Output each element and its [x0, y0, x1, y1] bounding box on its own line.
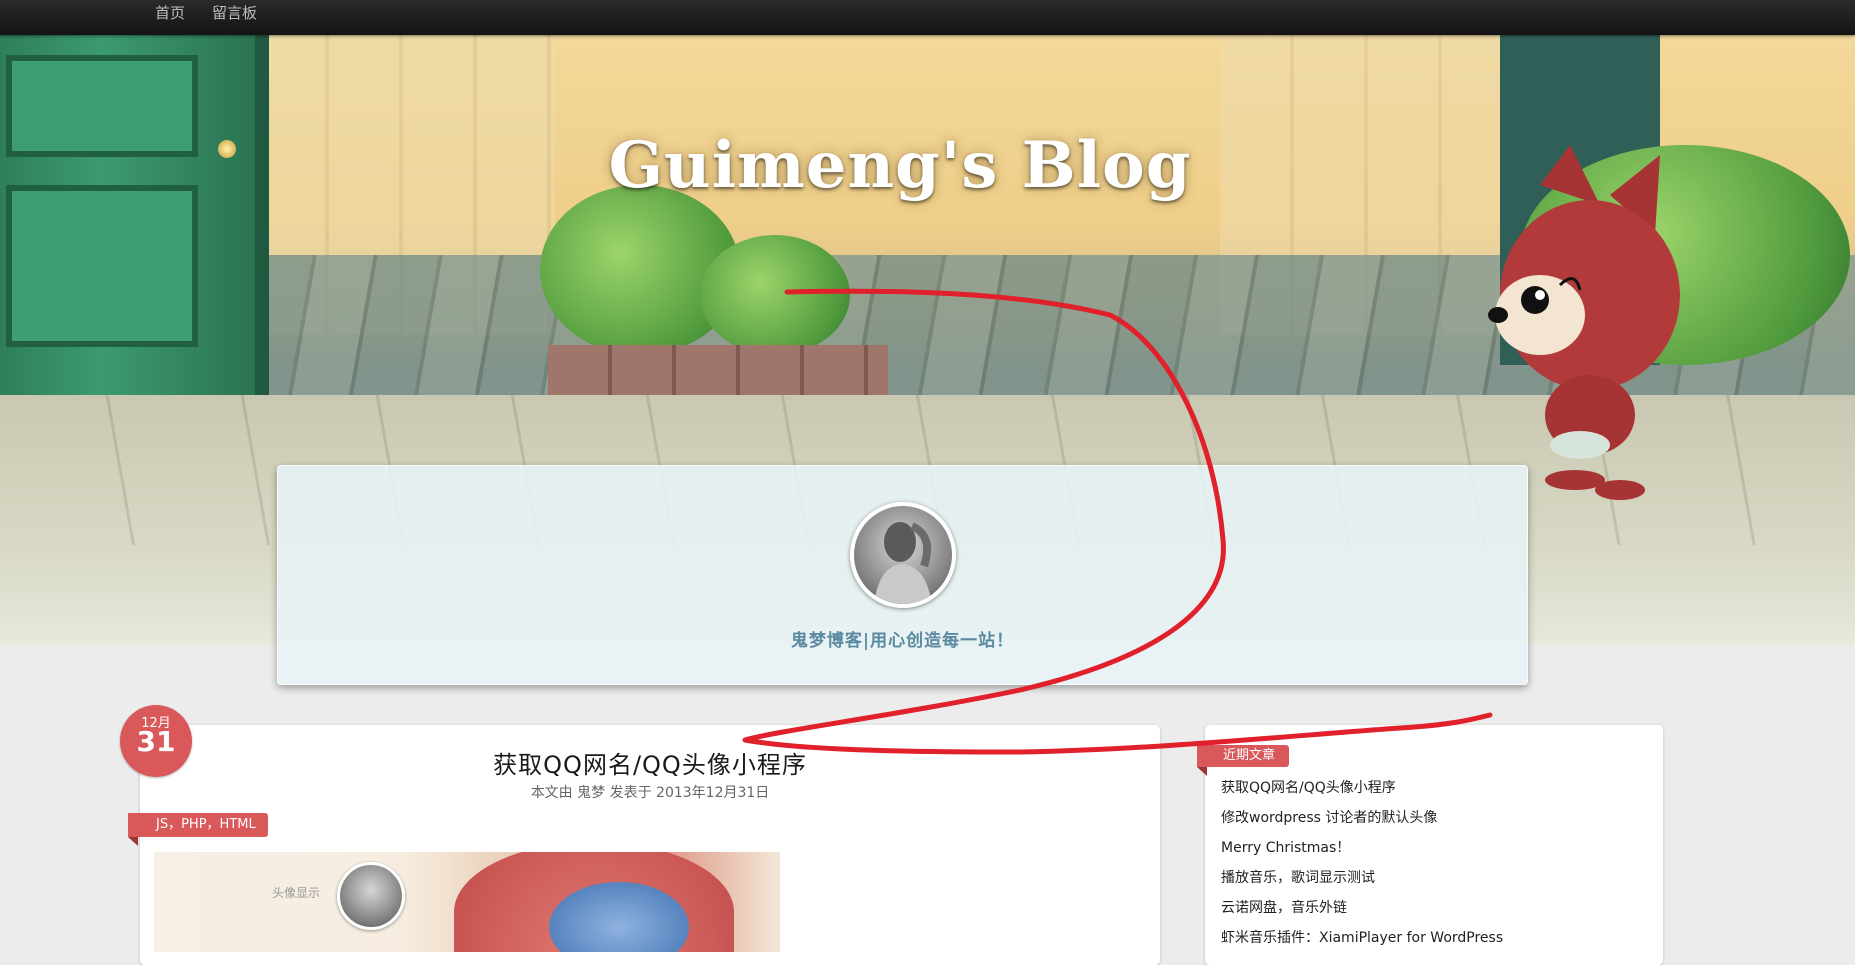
door-panel-bottom — [6, 185, 198, 347]
avatar-portrait-icon — [874, 522, 932, 604]
top-nav-bar: 首页 留言板 — [0, 0, 1855, 35]
thumbnail-label: 头像显示 — [272, 886, 321, 900]
recent-post-link[interactable]: Merry Christmas！ — [1221, 837, 1503, 867]
profile-banner: 鬼梦博客|用心创造每一站！ — [277, 465, 1528, 685]
avatar — [850, 502, 956, 608]
post-thumbnail[interactable]: 头像显示 — [154, 852, 780, 952]
recent-posts-list: 获取QQ网名/QQ头像小程序 修改wordpress 讨论者的默认头像 Merr… — [1221, 777, 1503, 957]
nav-guestbook-link[interactable]: 留言板 — [212, 2, 257, 23]
post-meta: 本文由 鬼梦 发表于 2013年12月31日 — [530, 785, 770, 801]
green-door — [0, 35, 269, 395]
site-title[interactable]: Guimeng's Blog — [0, 128, 1800, 203]
post-title[interactable]: 获取QQ网名/QQ头像小程序 — [140, 745, 1160, 780]
post-date-badge: 12月 31 — [120, 705, 192, 777]
thumbnail-avatar — [337, 862, 405, 930]
recent-post-link[interactable]: 修改wordpress 讨论者的默认头像 — [1221, 807, 1503, 837]
recent-post-link[interactable]: 播放音乐，歌词显示测试 — [1221, 867, 1503, 897]
nav-home-link[interactable]: 首页 — [155, 2, 185, 23]
recent-post-link[interactable]: 云诺网盘，音乐外链 — [1221, 897, 1503, 927]
recent-post-link[interactable]: 虾米音乐插件：XiamiPlayer for WordPress — [1221, 927, 1503, 957]
brick-planter — [548, 345, 888, 400]
site-tagline: 鬼梦博客|用心创造每一站！ — [790, 631, 1015, 651]
post-tags[interactable]: JS，PHP，HTML — [128, 813, 268, 846]
flower-bush-mid — [700, 235, 850, 355]
post-date-day: 31 — [136, 725, 176, 758]
recent-post-link[interactable]: 获取QQ网名/QQ头像小程序 — [1221, 777, 1503, 807]
recent-posts-title: 近期文章 — [1197, 745, 1290, 776]
